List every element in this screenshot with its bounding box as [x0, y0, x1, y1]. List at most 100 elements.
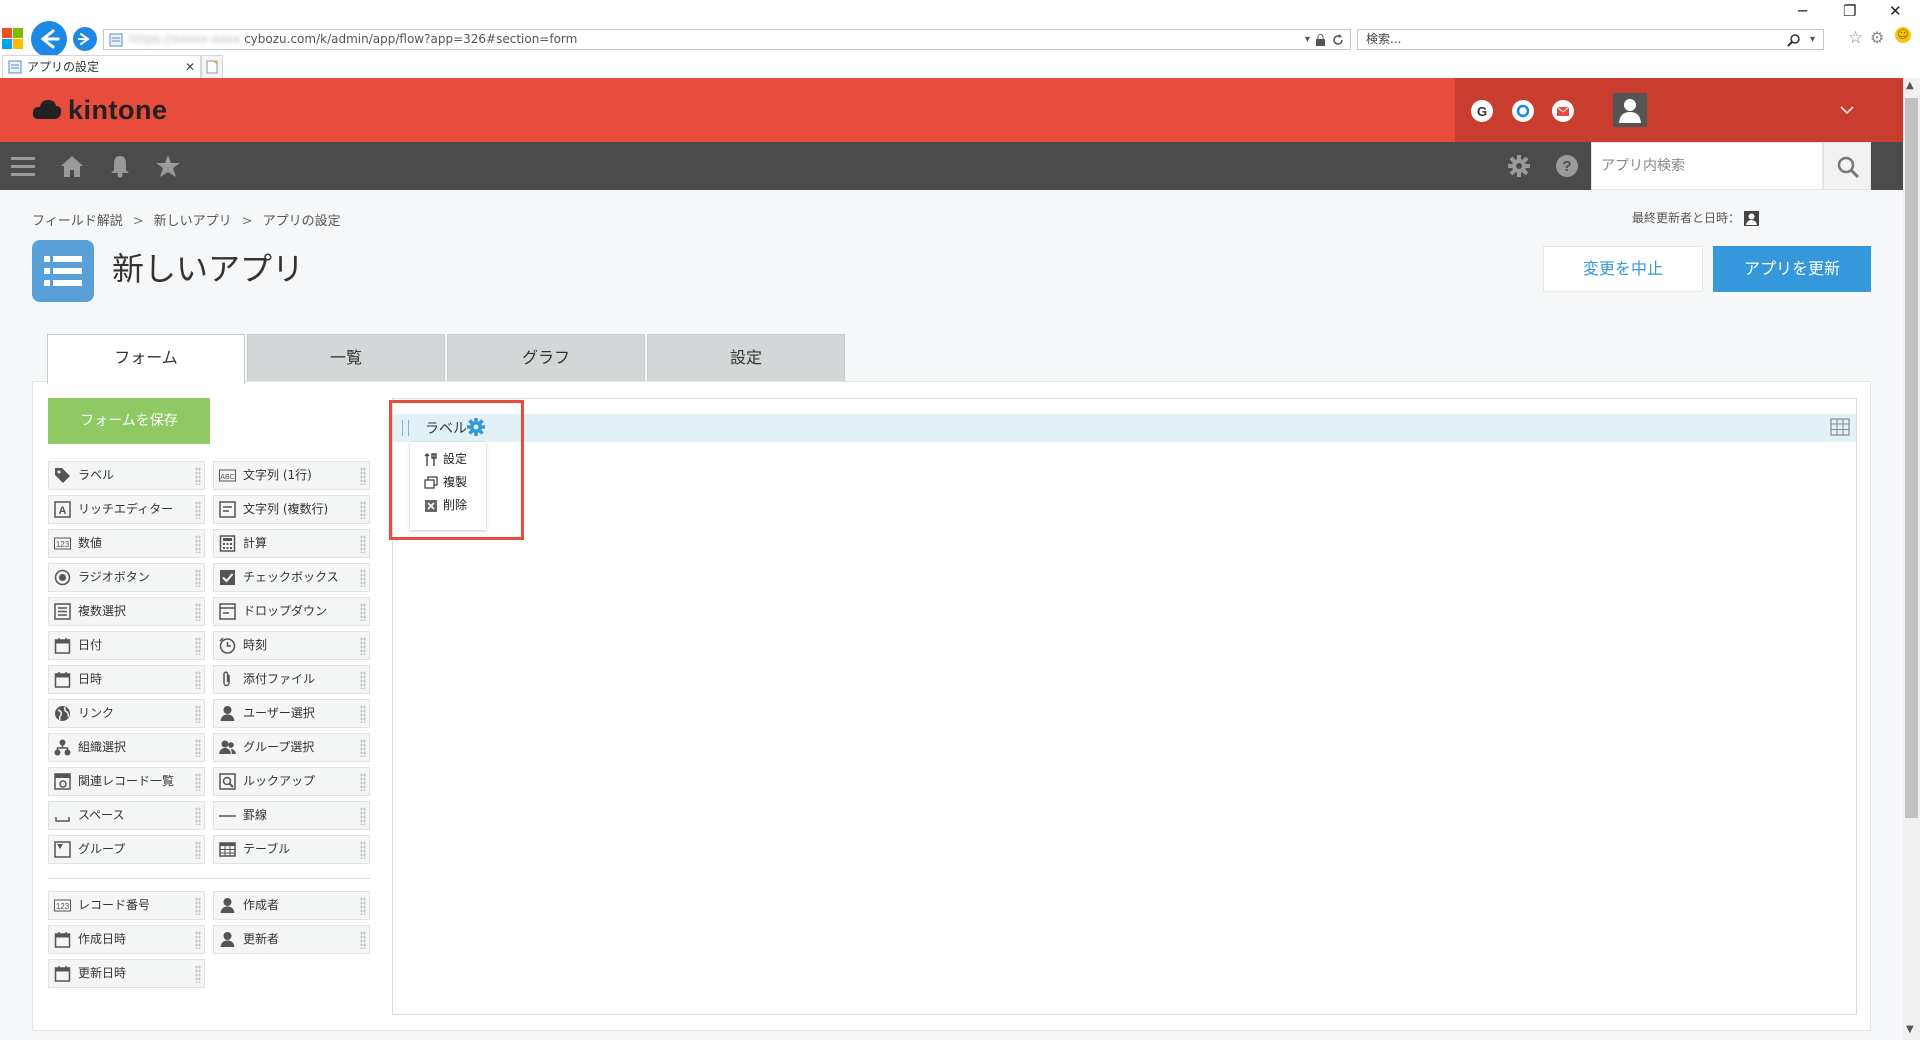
settings-gear-icon[interactable]: ⚙ — [1870, 28, 1884, 47]
search-icon[interactable] — [1787, 33, 1801, 47]
address-bar[interactable]: https://xxxxx-xxxx.cybozu.com/k/admin/ap… — [103, 29, 1351, 50]
settings-gear-icon[interactable] — [1506, 154, 1532, 178]
browser-search-box[interactable]: 検索... ▾ — [1357, 29, 1824, 50]
drag-handle[interactable] — [360, 603, 366, 621]
drag-handle[interactable] — [195, 603, 201, 621]
field-attachment[interactable]: 添付ファイル — [213, 665, 370, 694]
restore-button[interactable]: ❐ — [1843, 2, 1856, 20]
tab-close-icon[interactable]: ✕ — [185, 56, 195, 78]
drag-handle[interactable] — [195, 501, 201, 519]
update-app-button[interactable]: アプリを更新 — [1713, 246, 1871, 292]
drag-handle[interactable] — [360, 841, 366, 859]
drag-handle[interactable] — [195, 773, 201, 791]
field-number[interactable]: 123 数値 — [48, 529, 205, 558]
field-lookup[interactable]: ルックアップ — [213, 767, 370, 796]
field-date[interactable]: 日付 — [48, 631, 205, 660]
field-modifier[interactable]: 更新者 — [213, 925, 370, 954]
row-grid-icon[interactable] — [1830, 418, 1850, 436]
field-datetime[interactable]: 日時 — [48, 665, 205, 694]
drag-handle[interactable] — [360, 739, 366, 757]
scrollbar-thumb[interactable] — [1905, 98, 1918, 818]
menu-hamburger-icon[interactable] — [10, 154, 36, 178]
field-creator[interactable]: 作成者 — [213, 891, 370, 920]
form-layout-canvas[interactable] — [392, 398, 1857, 1015]
drag-handle[interactable] — [195, 897, 201, 915]
drag-handle[interactable] — [195, 841, 201, 859]
drag-handle[interactable] — [195, 467, 201, 485]
save-form-button[interactable]: フォームを保存 — [48, 398, 210, 444]
cancel-changes-button[interactable]: 変更を中止 — [1543, 246, 1703, 292]
drag-handle[interactable] — [195, 705, 201, 723]
app-search-button[interactable] — [1823, 142, 1871, 190]
feedback-smiley-icon[interactable]: ☺ — [1895, 27, 1911, 43]
help-icon[interactable]: ? — [1554, 154, 1580, 178]
field-calc[interactable]: 計算 — [213, 529, 370, 558]
field-related-records[interactable]: 関連レコード一覧 — [48, 767, 205, 796]
favorites-star-icon[interactable]: ☆ — [1848, 28, 1863, 48]
field-multi-select[interactable]: 複数選択 — [48, 597, 205, 626]
drag-handle[interactable] — [195, 965, 201, 983]
field-text-single[interactable]: ABC 文字列 (1行) — [213, 461, 370, 490]
drag-handle[interactable] — [360, 501, 366, 519]
forward-button[interactable] — [73, 27, 97, 51]
minimize-button[interactable]: ─ — [1798, 2, 1807, 20]
favorites-star-icon[interactable] — [155, 154, 181, 178]
drag-handle[interactable] — [360, 807, 366, 825]
drag-handle[interactable] — [360, 535, 366, 553]
user-avatar[interactable] — [1613, 93, 1647, 127]
notification-bell-icon[interactable] — [107, 154, 133, 178]
drag-handle[interactable] — [360, 773, 366, 791]
mail-icon[interactable] — [1552, 100, 1574, 122]
search-dropdown-icon[interactable]: ▾ — [1810, 30, 1815, 49]
home-icon[interactable] — [59, 154, 85, 178]
user-icon[interactable] — [1743, 211, 1759, 226]
drag-handle[interactable] — [360, 705, 366, 723]
browser-tab[interactable]: アプリの設定 ✕ — [2, 55, 201, 78]
field-text-multi[interactable]: 文字列 (複数行) — [213, 495, 370, 524]
drag-handle[interactable] — [195, 671, 201, 689]
field-created-datetime[interactable]: 作成日時 — [48, 925, 205, 954]
field-user-select[interactable]: ユーザー選択 — [213, 699, 370, 728]
office-icon[interactable] — [1512, 100, 1534, 122]
drag-handle[interactable] — [195, 739, 201, 757]
field-group-select[interactable]: グループ選択 — [213, 733, 370, 762]
drag-handle[interactable] — [195, 637, 201, 655]
drag-handle[interactable] — [360, 931, 366, 949]
field-time[interactable]: 時刻 — [213, 631, 370, 660]
drag-handle[interactable] — [360, 897, 366, 915]
field-border[interactable]: 罫線 — [213, 801, 370, 830]
garoon-icon[interactable]: G — [1471, 100, 1493, 122]
drag-handle[interactable] — [360, 637, 366, 655]
field-label[interactable]: ラベル — [48, 461, 205, 490]
field-org-select[interactable]: 組織選択 — [48, 733, 205, 762]
field-link[interactable]: リンク — [48, 699, 205, 728]
drag-handle[interactable] — [195, 535, 201, 553]
scroll-up-icon[interactable]: ▲ — [1906, 80, 1914, 91]
user-menu-chevron-icon[interactable] — [1840, 105, 1854, 115]
tab-list[interactable]: 一覧 — [247, 334, 445, 382]
breadcrumb-item-space[interactable]: フィールド解説 — [32, 214, 123, 229]
field-space[interactable]: スペース — [48, 801, 205, 830]
drag-handle[interactable] — [360, 467, 366, 485]
drag-handle[interactable] — [195, 931, 201, 949]
tab-settings[interactable]: 設定 — [647, 334, 845, 382]
field-table[interactable]: テーブル — [213, 835, 370, 864]
scroll-down-icon[interactable]: ▼ — [1906, 1024, 1914, 1035]
field-updated-datetime[interactable]: 更新日時 — [48, 959, 205, 988]
new-tab-button[interactable] — [201, 55, 223, 78]
tab-form[interactable]: フォーム — [47, 334, 245, 384]
field-dropdown[interactable]: ドロップダウン — [213, 597, 370, 626]
drag-handle[interactable] — [360, 569, 366, 587]
field-checkbox[interactable]: チェックボックス — [213, 563, 370, 592]
drag-handle[interactable] — [195, 569, 201, 587]
layout-row-label[interactable] — [393, 414, 1856, 442]
breadcrumb-item-app[interactable]: 新しいアプリ — [154, 214, 232, 229]
field-radio[interactable]: ラジオボタン — [48, 563, 205, 592]
drag-handle[interactable] — [360, 671, 366, 689]
drag-handle[interactable] — [195, 807, 201, 825]
kintone-logo[interactable]: kintone — [32, 92, 168, 128]
refresh-icon[interactable] — [1332, 34, 1344, 46]
close-button[interactable]: ✕ — [1889, 2, 1902, 20]
dropdown-icon[interactable]: ▾ — [1305, 30, 1310, 49]
back-button[interactable] — [31, 21, 67, 57]
